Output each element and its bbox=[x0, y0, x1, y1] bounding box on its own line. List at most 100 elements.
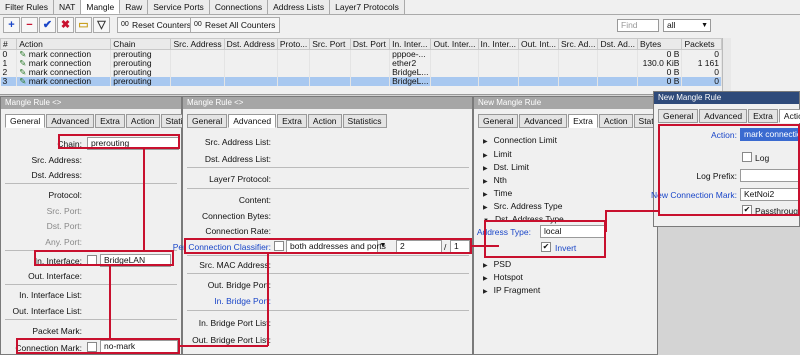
tab-nat[interactable]: NAT bbox=[53, 0, 82, 14]
col-src-address[interactable]: Src. Address bbox=[170, 38, 225, 50]
tab-general[interactable]: General bbox=[5, 114, 46, 128]
reset-counters-button[interactable]: 00 Reset Counters bbox=[117, 17, 197, 33]
tab-extra[interactable]: Extra bbox=[277, 114, 307, 128]
disable-button[interactable]: ✖ bbox=[57, 17, 74, 33]
table-row[interactable]: 1 ✎ mark connection prerouting ether2 13… bbox=[0, 59, 722, 68]
tab-raw[interactable]: Raw bbox=[120, 0, 149, 14]
tab-extra[interactable]: Extra bbox=[568, 114, 598, 128]
layer7-protocol-label: Layer7 Protocol: bbox=[209, 174, 271, 184]
connector-line bbox=[605, 210, 607, 232]
col-dst-address-list[interactable]: Dst. Ad... bbox=[597, 38, 638, 50]
col-chain[interactable]: Chain bbox=[110, 38, 172, 50]
window-title[interactable]: New Mangle Rule bbox=[474, 97, 657, 109]
out-interface-label: Out. Interface: bbox=[28, 271, 82, 281]
col-packets[interactable]: Packets bbox=[681, 38, 722, 50]
tab-advanced[interactable]: Advanced bbox=[519, 114, 568, 128]
tab-layer7-protocols[interactable]: Layer7 Protocols bbox=[330, 0, 405, 14]
scope-value: all bbox=[667, 20, 676, 30]
connection-rate-label: Connection Rate: bbox=[205, 226, 271, 236]
table-row[interactable]: 0 ✎ mark connection prerouting pppoe-...… bbox=[0, 49, 722, 59]
mangle-rules-table: # Action Chain Src. Address Dst. Address… bbox=[0, 38, 722, 86]
row-num: 3 bbox=[0, 77, 18, 86]
reset-all-counters-button[interactable]: 00 Reset All Counters bbox=[190, 17, 281, 33]
enable-button[interactable]: ✔ bbox=[39, 17, 56, 33]
connector-line bbox=[179, 345, 268, 347]
window-title[interactable]: Mangle Rule <> bbox=[1, 97, 181, 109]
tab-general[interactable]: General bbox=[658, 109, 699, 123]
dst-address-label: Dst. Address: bbox=[31, 170, 82, 180]
section-src-address-type[interactable]: Src. Address Type bbox=[483, 201, 563, 211]
highlight-box-address-type bbox=[484, 220, 606, 258]
scope-select[interactable]: all ▼ bbox=[663, 19, 711, 32]
table-row[interactable]: 2 ✎ mark connection prerouting BridgeL..… bbox=[0, 68, 722, 77]
section-hotspot[interactable]: Hotspot bbox=[483, 272, 523, 282]
row-chain: prerouting bbox=[110, 77, 172, 86]
filter-button[interactable]: ▽ bbox=[93, 17, 110, 33]
tab-filter-rules[interactable]: Filter Rules bbox=[0, 0, 54, 14]
col-out-interface[interactable]: Out. Inter... bbox=[430, 38, 479, 50]
find-input[interactable]: Find bbox=[617, 19, 659, 32]
col-in-interface[interactable]: In. Inter... bbox=[389, 38, 432, 50]
tab-extra[interactable]: Extra bbox=[748, 109, 778, 123]
connection-bytes-label: Connection Bytes: bbox=[202, 211, 271, 221]
tab-service-ports[interactable]: Service Ports bbox=[148, 0, 210, 14]
tab-advanced[interactable]: Advanced bbox=[46, 114, 95, 128]
col-num[interactable]: # bbox=[0, 38, 18, 50]
col-bytes[interactable]: Bytes bbox=[636, 38, 683, 50]
tab-connections[interactable]: Connections bbox=[209, 0, 269, 14]
highlight-box-connection-mark bbox=[16, 338, 180, 354]
src-port-label: Src. Port: bbox=[46, 206, 82, 216]
comment-button[interactable]: ▭ bbox=[75, 17, 92, 33]
tab-action[interactable]: Action bbox=[307, 114, 342, 128]
src-address-label: Src. Address: bbox=[31, 155, 82, 165]
tab-advanced[interactable]: Advanced bbox=[699, 109, 748, 123]
row-packets: 0 bbox=[681, 77, 722, 86]
tab-action[interactable]: Action bbox=[598, 114, 633, 128]
col-src-address-list[interactable]: Src. Ad... bbox=[557, 38, 599, 50]
col-dst-address[interactable]: Dst. Address bbox=[223, 38, 278, 50]
in-bridge-port-label: In. Bridge Port: bbox=[214, 296, 271, 306]
tab-general[interactable]: General bbox=[187, 114, 228, 128]
window-title[interactable]: Mangle Rule <> bbox=[183, 97, 472, 109]
tab-address-lists[interactable]: Address Lists bbox=[268, 0, 331, 14]
col-dst-port[interactable]: Dst. Port bbox=[349, 38, 391, 50]
add-button[interactable]: + bbox=[3, 17, 20, 33]
section-connection-limit[interactable]: Connection Limit bbox=[483, 135, 557, 145]
dst-address-list-label: Dst. Address List: bbox=[204, 154, 271, 164]
col-protocol[interactable]: Proto... bbox=[276, 38, 311, 50]
src-address-list-label: Src. Address List: bbox=[204, 137, 271, 147]
highlight-box-pcc bbox=[184, 238, 472, 254]
tab-action[interactable]: Action bbox=[125, 114, 160, 128]
table-row-selected[interactable]: 3 ✎ mark connection prerouting BridgeL..… bbox=[0, 76, 722, 86]
tab-extra[interactable]: Extra bbox=[95, 114, 125, 128]
section-time[interactable]: Time bbox=[483, 188, 513, 198]
tab-advanced[interactable]: Advanced bbox=[228, 114, 277, 128]
connector-line bbox=[471, 245, 499, 247]
divider bbox=[187, 273, 469, 274]
col-src-port[interactable]: Src. Port bbox=[309, 38, 351, 50]
window-tabs: General Advanced Extra Action Statistics bbox=[478, 114, 678, 128]
mangle-rule-advanced-window: Mangle Rule <> General Advanced Extra Ac… bbox=[173, 96, 473, 355]
section-dst-limit[interactable]: Dst. Limit bbox=[483, 162, 529, 172]
window-title[interactable]: New Mangle Rule bbox=[654, 92, 799, 104]
col-out-interface-list[interactable]: Out. Int... bbox=[517, 38, 559, 50]
row-in-interface: BridgeL... bbox=[389, 77, 432, 86]
section-psd[interactable]: PSD bbox=[483, 259, 511, 269]
table-scrollbar[interactable] bbox=[722, 38, 731, 93]
reset-all-label: Reset All Counters bbox=[205, 20, 276, 30]
tab-action[interactable]: Action bbox=[778, 109, 800, 123]
col-action[interactable]: Action bbox=[16, 38, 112, 50]
tab-statistics[interactable]: Statistics bbox=[342, 114, 387, 128]
row-action-label: mark connection bbox=[28, 76, 92, 86]
chevron-down-icon: ▼ bbox=[701, 22, 708, 29]
remove-button[interactable]: − bbox=[21, 17, 38, 33]
tab-mangle[interactable]: Mangle bbox=[81, 0, 121, 14]
section-ip-fragment[interactable]: IP Fragment bbox=[483, 285, 541, 295]
window-tabs: General Advanced Extra Action Statistics bbox=[5, 114, 205, 128]
tab-general[interactable]: General bbox=[478, 114, 519, 128]
in-bridge-port-list-label: In. Bridge Port List: bbox=[198, 318, 271, 328]
section-limit[interactable]: Limit bbox=[483, 149, 512, 159]
row-bytes: 0 B bbox=[637, 77, 683, 86]
section-nth[interactable]: Nth bbox=[483, 175, 507, 185]
col-in-interface-list[interactable]: In. Inter... bbox=[477, 38, 519, 50]
